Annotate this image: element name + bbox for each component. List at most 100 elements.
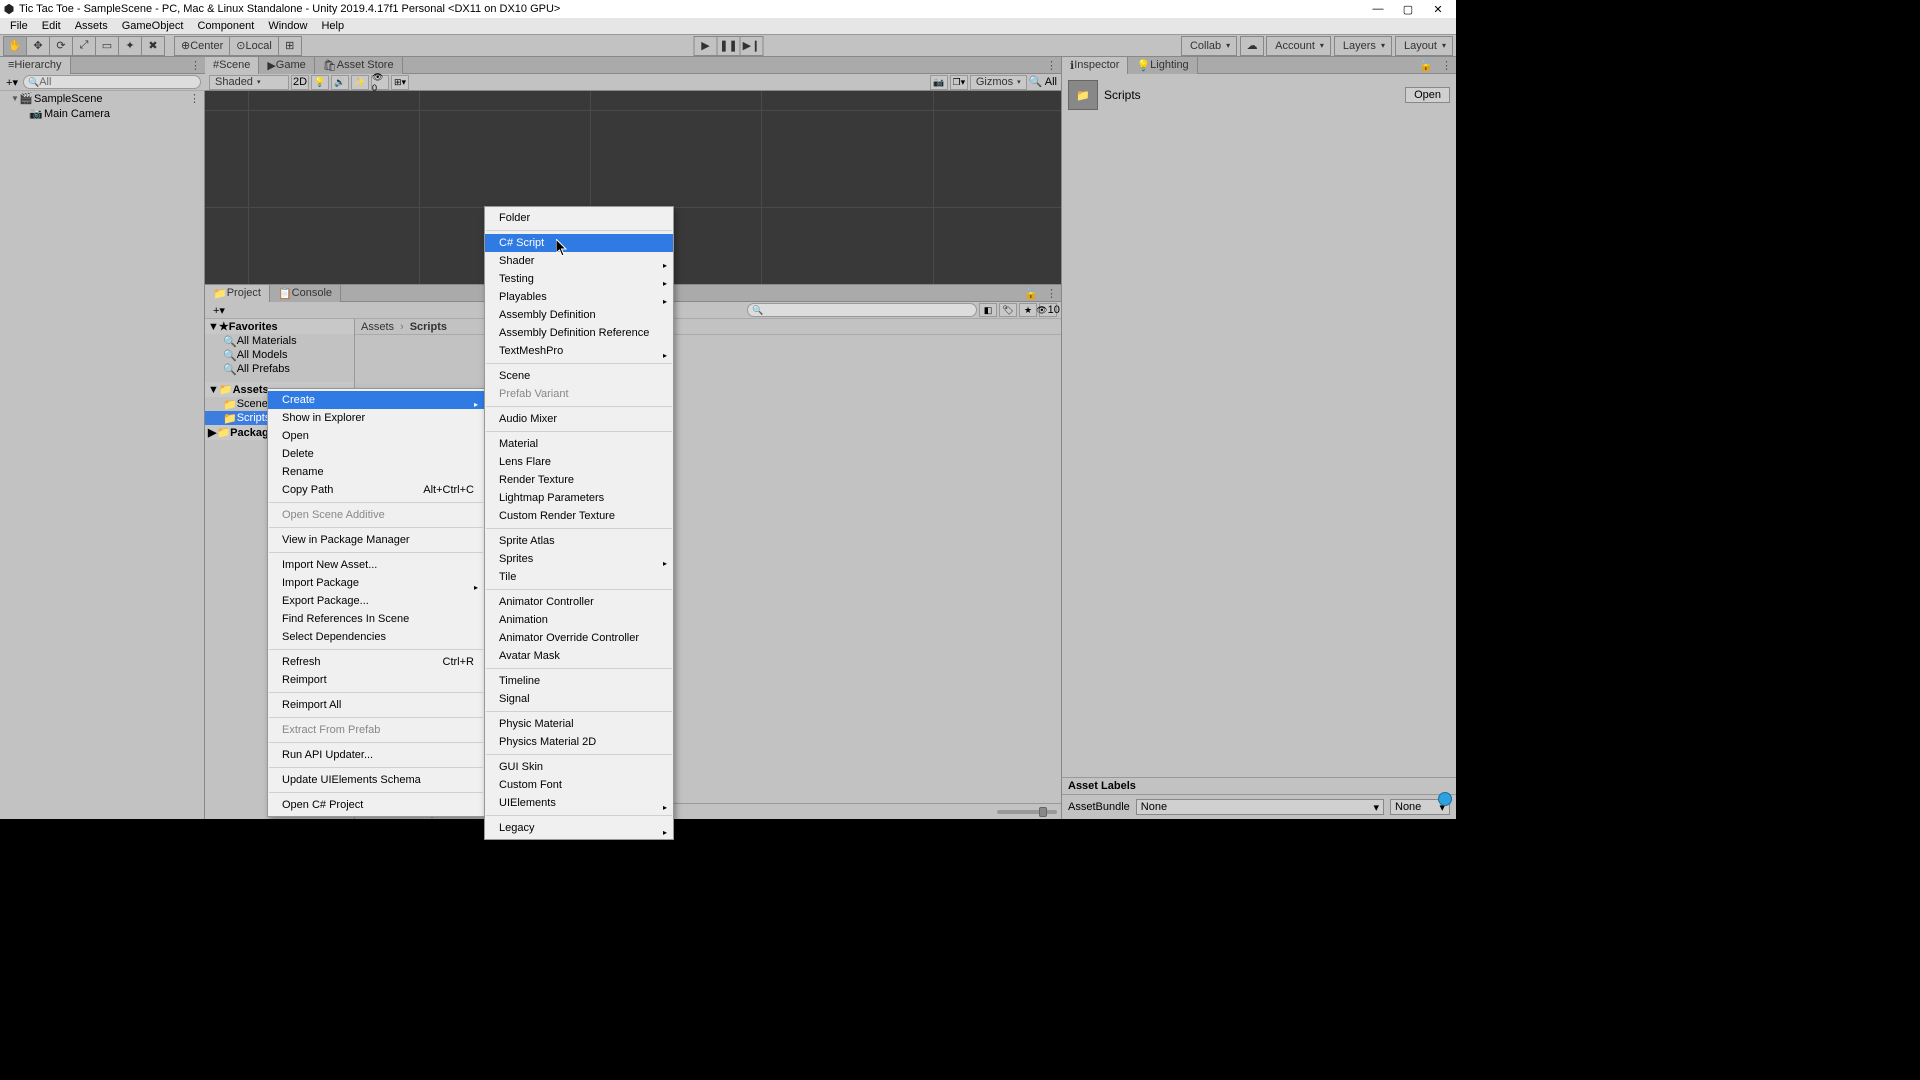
context-menu-assets[interactable]: CreateShow in ExplorerOpenDeleteRenameCo… — [267, 388, 485, 817]
menu-item[interactable]: Select Dependencies — [268, 628, 484, 646]
pause-button[interactable]: ❚❚ — [717, 36, 741, 56]
step-button[interactable]: ▶❙ — [740, 36, 764, 56]
gizmos-dropdown[interactable]: Gizmos — [970, 75, 1027, 90]
menu-item[interactable]: Sprites — [485, 550, 673, 568]
menu-item[interactable]: Run API Updater... — [268, 746, 484, 764]
menu-item[interactable]: Folder — [485, 209, 673, 227]
menu-item[interactable]: Create — [268, 391, 484, 409]
fav-all-models[interactable]: 🔍 All Models — [205, 348, 354, 362]
menu-component[interactable]: Component — [190, 20, 261, 32]
menu-item[interactable]: Custom Render Texture — [485, 507, 673, 525]
context-menu-create[interactable]: FolderC# ScriptShaderTestingPlayablesAss… — [484, 206, 674, 840]
window-maximize-button[interactable]: ▢ — [1393, 0, 1423, 18]
scene-grid-toggle[interactable]: ⊞▾ — [391, 75, 409, 90]
menu-item[interactable]: Legacy — [485, 819, 673, 837]
menu-item[interactable]: Scene — [485, 367, 673, 385]
fav-all-prefabs[interactable]: 🔍 All Prefabs — [205, 362, 354, 376]
tab-inspector[interactable]: ℹ Inspector — [1062, 57, 1128, 74]
scene-search-input[interactable]: 🔍 All — [1029, 75, 1057, 90]
menu-item[interactable]: Material — [485, 435, 673, 453]
project-options-icon[interactable]: ⋮ — [1042, 287, 1061, 300]
move-tool-button[interactable]: ✥ — [26, 36, 50, 56]
layout-dropdown[interactable]: Layout — [1395, 36, 1453, 56]
menu-edit[interactable]: Edit — [35, 20, 68, 32]
project-lock-icon[interactable]: 🔓 — [1020, 287, 1042, 300]
menu-assets[interactable]: Assets — [68, 20, 115, 32]
scene-options-icon[interactable]: ⋮ — [1042, 59, 1061, 72]
window-minimize-button[interactable]: ― — [1363, 0, 1393, 18]
play-button[interactable]: ▶ — [694, 36, 718, 56]
hierarchy-add-button[interactable]: +▾ — [4, 76, 20, 89]
menu-item[interactable]: Sprite Atlas — [485, 532, 673, 550]
tab-lighting[interactable]: 💡 Lighting — [1128, 57, 1197, 74]
tab-hierarchy[interactable]: ≡ Hierarchy — [0, 57, 71, 74]
menu-window[interactable]: Window — [261, 20, 314, 32]
menu-item[interactable]: Show in Explorer — [268, 409, 484, 427]
scene-options-icon[interactable]: ⋮ — [189, 92, 204, 105]
scene-hidden-toggle[interactable]: 👁0 — [371, 75, 389, 90]
hidden-packages-button[interactable]: 👁10 — [1039, 303, 1057, 317]
menu-item[interactable]: Delete — [268, 445, 484, 463]
menu-item[interactable]: UIElements — [485, 794, 673, 812]
menu-item[interactable]: Lens Flare — [485, 453, 673, 471]
menu-item[interactable]: Lightmap Parameters — [485, 489, 673, 507]
menu-item[interactable]: TextMeshPro — [485, 342, 673, 360]
project-add-button[interactable]: +▾ — [209, 304, 229, 317]
menu-help[interactable]: Help — [314, 20, 351, 32]
hierarchy-options-icon[interactable]: ⋮ — [186, 59, 205, 72]
hierarchy-item-main-camera[interactable]: 📷 Main Camera — [0, 106, 204, 121]
menu-item[interactable]: Assembly Definition — [485, 306, 673, 324]
project-breadcrumb[interactable]: Assets Scripts — [355, 319, 1061, 335]
menu-item[interactable]: Open C# Project — [268, 796, 484, 814]
scale-tool-button[interactable]: ⤢ — [72, 36, 96, 56]
window-close-button[interactable]: ✕ — [1423, 0, 1453, 18]
menu-file[interactable]: File — [3, 20, 35, 32]
menu-item[interactable]: Import New Asset... — [268, 556, 484, 574]
pivot-center-toggle[interactable]: ⊕ Center — [174, 36, 230, 56]
menu-item[interactable]: Audio Mixer — [485, 410, 673, 428]
layers-dropdown[interactable]: Layers — [1334, 36, 1392, 56]
menu-item[interactable]: Reimport All — [268, 696, 484, 714]
tab-console[interactable]: 📋 Console — [270, 285, 341, 302]
menu-item[interactable]: Find References In Scene — [268, 610, 484, 628]
menu-item[interactable]: Custom Font — [485, 776, 673, 794]
menu-item[interactable]: Assembly Definition Reference — [485, 324, 673, 342]
collab-dropdown[interactable]: Collab — [1181, 36, 1237, 56]
menu-item[interactable]: Open — [268, 427, 484, 445]
scene-camera-button[interactable]: 📷 — [930, 75, 948, 90]
menu-item[interactable]: GUI Skin — [485, 758, 673, 776]
breadcrumb-item[interactable]: Scripts — [410, 321, 447, 333]
cloud-button[interactable]: ☁ — [1240, 36, 1264, 56]
search-favorites-button[interactable]: ★ — [1019, 303, 1037, 317]
hierarchy-search-input[interactable]: 🔍 All — [23, 75, 201, 89]
menu-item[interactable]: Tile — [485, 568, 673, 586]
pivot-local-toggle[interactable]: ⊙ Local — [229, 36, 279, 56]
breadcrumb-item[interactable]: Assets — [361, 321, 394, 333]
scene-fx-toggle[interactable]: ✨ — [351, 75, 369, 90]
menu-item[interactable]: Shader — [485, 252, 673, 270]
inspector-lock-icon[interactable]: 🔓 — [1415, 59, 1437, 72]
menu-item[interactable]: C# Script — [485, 234, 673, 252]
grid-size-slider[interactable] — [997, 810, 1057, 814]
hierarchy-tree[interactable]: ▼ 🎬 SampleScene ⋮ 📷 Main Camera — [0, 91, 205, 819]
menu-item[interactable]: Animation — [485, 611, 673, 629]
menu-item[interactable]: Physic Material — [485, 715, 673, 733]
asset-label-add-icon[interactable] — [1438, 792, 1452, 806]
menu-item[interactable]: Render Texture — [485, 471, 673, 489]
hierarchy-scene-row[interactable]: ▼ 🎬 SampleScene ⋮ — [0, 91, 204, 106]
scene-gizmo-options[interactable]: ❐▾ — [950, 75, 968, 90]
menu-item[interactable]: Reimport — [268, 671, 484, 689]
shading-mode-dropdown[interactable]: Shaded — [209, 75, 289, 90]
search-by-label-button[interactable]: 🏷 — [999, 303, 1017, 317]
menu-item[interactable]: Playables — [485, 288, 673, 306]
hand-tool-button[interactable]: ✋ — [3, 36, 27, 56]
account-dropdown[interactable]: Account — [1266, 36, 1331, 56]
menu-item[interactable]: Update UIElements Schema — [268, 771, 484, 789]
menu-item[interactable]: Signal — [485, 690, 673, 708]
menu-item[interactable]: View in Package Manager — [268, 531, 484, 549]
tab-scene[interactable]: # Scene — [205, 57, 259, 74]
scene-audio-toggle[interactable]: 🔊 — [331, 75, 349, 90]
menu-item[interactable]: Testing — [485, 270, 673, 288]
menu-item[interactable]: RefreshCtrl+R — [268, 653, 484, 671]
menu-item[interactable]: Import Package — [268, 574, 484, 592]
